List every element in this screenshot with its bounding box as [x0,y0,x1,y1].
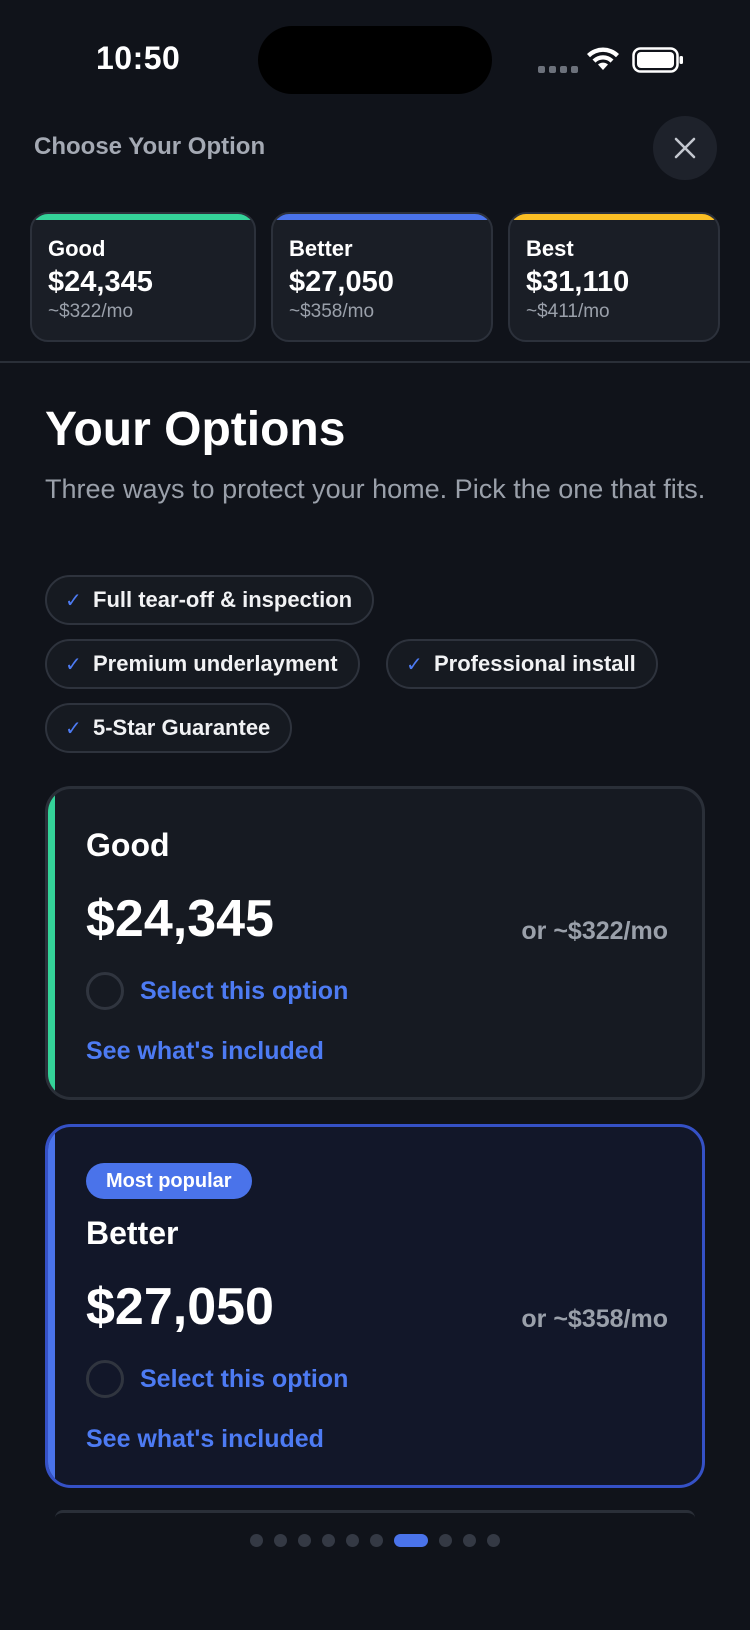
feature-chip: ✓ Professional install [386,639,658,689]
page-dot[interactable] [439,1534,452,1547]
tier-name: Best [526,236,574,261]
page-dot[interactable] [250,1534,263,1547]
page-dot-active[interactable] [394,1534,428,1547]
wifi-icon [587,47,619,70]
tier-name: Better [289,236,353,261]
status-bar: 10:50 [0,0,750,110]
tier-price: $27,050 [289,266,394,298]
checkmark-icon: ✓ [65,717,82,740]
page-dot[interactable] [487,1534,500,1547]
see-included-link[interactable]: See what's included [86,1037,324,1066]
option-name: Better [86,1215,179,1251]
select-option-link[interactable]: Select this option [140,977,348,1006]
feature-chip-label: Premium underlayment [93,651,338,676]
page-dot[interactable] [346,1534,359,1547]
page-dot[interactable] [298,1534,311,1547]
select-radio[interactable] [86,1360,124,1398]
page-indicator [0,1534,750,1547]
tier-monthly: ~$358/mo [289,301,375,322]
most-popular-badge: Most popular [86,1163,252,1199]
option-monthly: or ~$322/mo [521,917,668,945]
option-card-best-peek [55,1510,695,1518]
tier-accent-bar [510,214,718,220]
checkmark-icon: ✓ [65,653,82,676]
option-accent-bar [48,789,55,1097]
close-button[interactable] [653,116,717,180]
page-subtitle: Three ways to protect your home. Pick th… [45,474,706,504]
see-included-link[interactable]: See what's included [86,1425,324,1454]
option-card-better[interactable]: Most popular Better $27,050 or ~$358/mo … [45,1124,705,1488]
page-dot[interactable] [322,1534,335,1547]
select-radio[interactable] [86,972,124,1010]
feature-chip: ✓ Full tear-off & inspection [45,575,375,625]
status-time: 10:50 [96,40,181,76]
tier-accent-bar [273,214,491,220]
tier-monthly: ~$411/mo [526,301,610,322]
select-option-link[interactable]: Select this option [140,1365,348,1394]
option-card-good[interactable]: Good $24,345 or ~$322/mo Select this opt… [45,786,705,1100]
header-title: Choose Your Option [34,133,266,160]
tier-price: $24,345 [48,266,153,298]
tier-card-better[interactable]: Better $27,050 ~$358/mo [271,212,493,342]
checkmark-icon: ✓ [65,589,82,612]
battery-icon [632,47,683,73]
header-divider [0,361,750,363]
feature-chip-label: Full tear-off & inspection [93,587,353,612]
option-name: Good [86,827,170,863]
feature-chip: ✓ 5-Star Guarantee [45,703,293,753]
close-icon [674,137,696,159]
page-dot[interactable] [370,1534,383,1547]
page-dot[interactable] [274,1534,287,1547]
tier-name: Good [48,236,106,261]
tier-card-good[interactable]: Good $24,345 ~$322/mo [30,212,256,342]
option-price: $24,345 [86,890,274,948]
tier-accent-bar [32,214,254,220]
tier-monthly: ~$322/mo [48,301,134,322]
feature-chip: ✓ Premium underlayment [45,639,360,689]
option-accent-bar [48,1127,55,1485]
option-monthly: or ~$358/mo [521,1305,668,1333]
tier-price: $31,110 [526,266,630,298]
page-dot[interactable] [463,1534,476,1547]
feature-chip-label: 5-Star Guarantee [93,715,271,740]
cellular-signal-icon [538,66,578,73]
feature-chip-label: Professional install [434,651,636,676]
tier-card-best[interactable]: Best $31,110 ~$411/mo [508,212,720,342]
option-price: $27,050 [86,1278,274,1336]
checkmark-icon: ✓ [406,653,423,676]
page-title: Your Options [45,403,346,456]
dynamic-island [258,26,492,94]
